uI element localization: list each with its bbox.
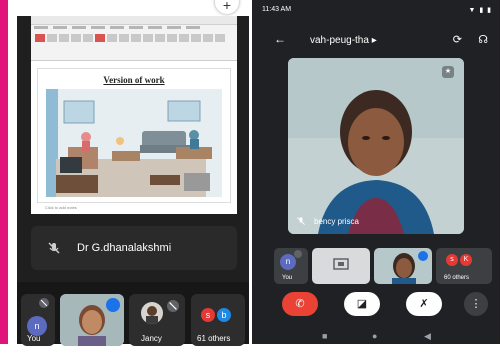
speaking-indicator-icon bbox=[106, 298, 120, 312]
participant-tile-video[interactable] bbox=[374, 248, 432, 284]
avatar: n bbox=[27, 316, 47, 336]
participant-label: 60 others bbox=[444, 275, 470, 281]
add-icon[interactable]: + bbox=[215, 0, 239, 14]
pin-icon[interactable]: ★ bbox=[442, 66, 454, 78]
mic-off-icon bbox=[167, 300, 179, 312]
participant-label: You bbox=[27, 334, 41, 343]
more-vertical-icon[interactable]: ⋮ bbox=[464, 292, 488, 316]
flip-camera-icon[interactable]: ⟳ bbox=[453, 33, 462, 46]
mic-off-icon bbox=[48, 242, 60, 254]
left-top-strip: + bbox=[17, 0, 249, 16]
call-controls: ✆ ◪ ✗ ⋮ bbox=[274, 292, 494, 318]
avatar: s bbox=[201, 308, 215, 322]
participant-tile-you[interactable]: n You bbox=[274, 248, 308, 284]
end-call-icon[interactable]: ✆ bbox=[282, 292, 318, 316]
shared-presentation: Version of work Click to add notes bbox=[31, 16, 237, 214]
left-meeting-screen: + Version of work Click to add notes Dr … bbox=[17, 0, 249, 346]
back-nav-icon[interactable]: ◀ bbox=[424, 331, 431, 342]
speaker-name: bency prisca bbox=[314, 217, 359, 226]
status-bar: 11:43 AM ▼ ▮ ▮ bbox=[252, 0, 500, 20]
slide-notes-placeholder[interactable]: Click to add notes bbox=[45, 205, 77, 210]
participant-tile-you[interactable]: n You bbox=[21, 294, 55, 346]
android-nav-bar: ■ ● ◀ bbox=[252, 328, 500, 344]
participant-label: You bbox=[282, 275, 293, 281]
presentation-slide: Version of work bbox=[37, 68, 231, 203]
participant-strip: n You s K 60 others bbox=[274, 248, 494, 286]
avatar: s bbox=[446, 254, 458, 266]
slide-title: Version of work bbox=[103, 75, 165, 85]
mic-off-icon bbox=[297, 217, 305, 225]
status-time: 11:43 AM bbox=[262, 6, 292, 13]
pink-border bbox=[0, 0, 8, 344]
participant-label: 61 others bbox=[197, 334, 231, 343]
screen-share-icon bbox=[333, 258, 349, 270]
home-icon[interactable]: ● bbox=[372, 331, 377, 341]
status-indicators: ▼ ▮ ▮ bbox=[468, 7, 492, 14]
right-meeting-screen: 11:43 AM ▼ ▮ ▮ ← vah-peug-tha ▸ ⟳ ☊ ★ be… bbox=[252, 0, 500, 344]
mic-off-icon bbox=[294, 250, 302, 258]
speaker-video-feed bbox=[288, 58, 464, 234]
speaker-name-row: bency prisca bbox=[296, 217, 359, 226]
speaker-name: Dr G.dhanalakshmi bbox=[77, 242, 172, 254]
recent-apps-icon[interactable]: ■ bbox=[322, 331, 327, 341]
participant-tile-others[interactable]: s K 60 others bbox=[436, 248, 492, 284]
avatar-photo bbox=[141, 302, 163, 324]
headphones-icon[interactable]: ☊ bbox=[478, 33, 488, 46]
ppt-tools bbox=[35, 29, 233, 55]
participant-tile-screenshare[interactable] bbox=[312, 248, 370, 284]
speaking-indicator-icon bbox=[418, 251, 428, 261]
camera-off-icon[interactable]: ◪ bbox=[344, 292, 380, 316]
participant-tile-others[interactable]: s b 61 others bbox=[191, 294, 245, 346]
call-header: ← vah-peug-tha ▸ ⟳ ☊ bbox=[252, 28, 500, 54]
participant-label: Jancy bbox=[141, 334, 162, 343]
office-illustration bbox=[46, 89, 222, 197]
participant-tile-jancy[interactable]: Jancy bbox=[129, 294, 185, 346]
speaker-name-box: Dr G.dhanalakshmi bbox=[31, 226, 237, 270]
avatar: b bbox=[217, 308, 231, 322]
participant-tile-video[interactable] bbox=[60, 294, 124, 346]
avatar: n bbox=[280, 254, 296, 270]
main-speaker-video[interactable]: ★ bency prisca bbox=[288, 58, 464, 234]
meeting-code[interactable]: vah-peug-tha ▸ bbox=[310, 35, 377, 46]
ppt-tabs bbox=[31, 16, 237, 29]
arrow-back-icon[interactable]: ← bbox=[274, 32, 286, 46]
avatar: K bbox=[460, 254, 472, 266]
mic-off-icon bbox=[39, 298, 49, 308]
participant-strip: n You Jancy s b 61 others bbox=[17, 282, 249, 346]
mic-off-icon[interactable]: ✗ bbox=[406, 292, 442, 316]
ppt-ribbon bbox=[31, 16, 237, 61]
